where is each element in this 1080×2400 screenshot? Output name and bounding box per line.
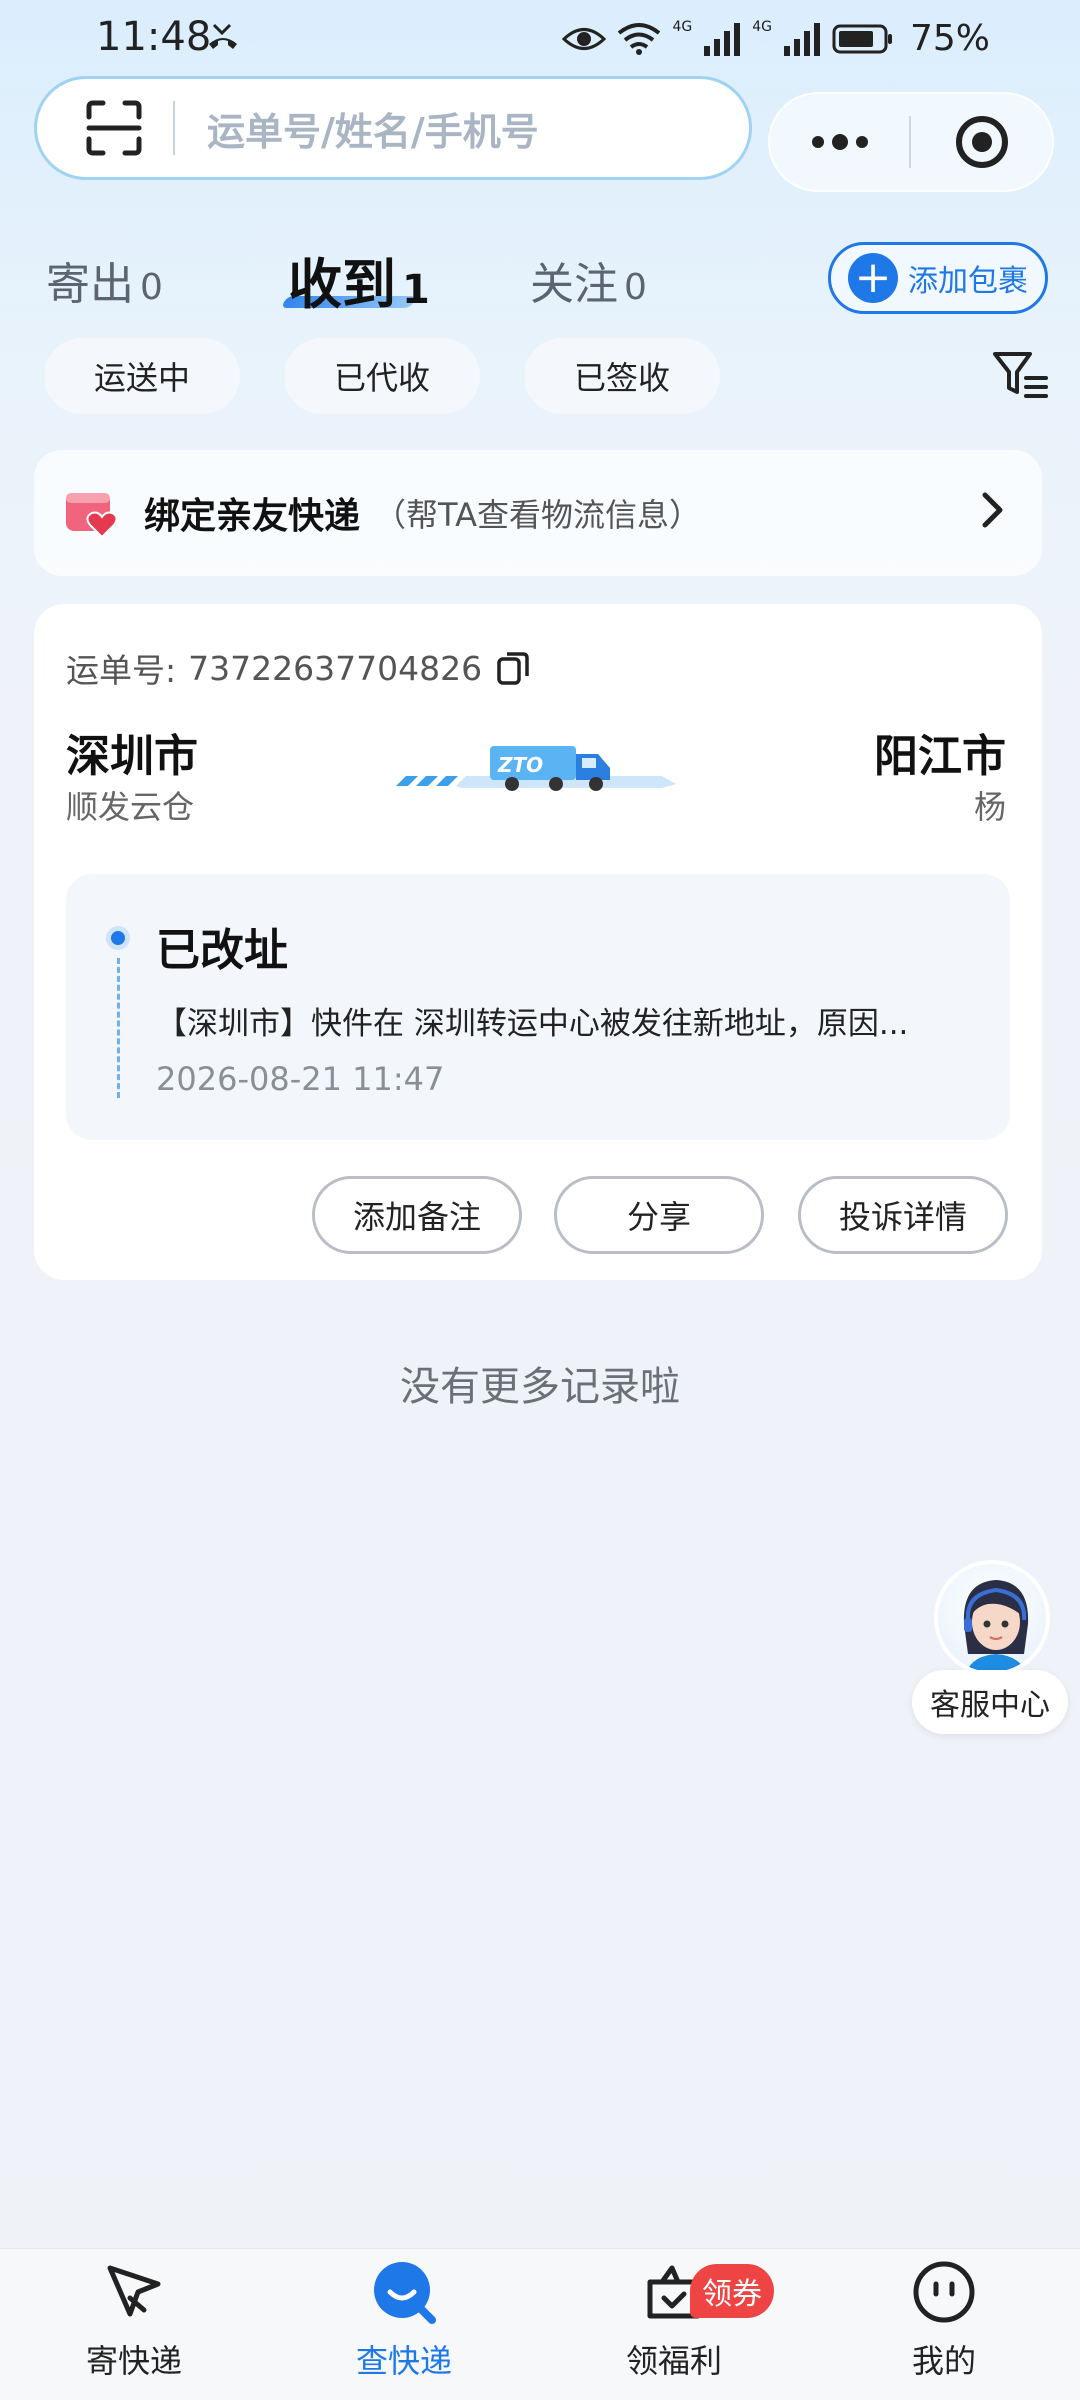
search-bar[interactable]: 运单号/姓名/手机号: [34, 76, 752, 180]
nav-track-label: 查快递: [355, 2342, 452, 2380]
battery-icon: [832, 24, 892, 53]
tab-sent-label: 寄出: [46, 259, 134, 310]
signal-icon-2: [783, 22, 820, 56]
origin-sender: 顺发云仓: [66, 788, 195, 826]
battery-percent: 75%: [909, 18, 990, 59]
destination-receiver: 杨: [973, 788, 1006, 826]
add-package-button[interactable]: + 添加包裹: [828, 242, 1048, 314]
chip-collected[interactable]: 已代收: [284, 338, 480, 414]
tab-sent-count: 0: [140, 267, 163, 308]
bind-banner-title: 绑定亲友快递: [144, 496, 361, 537]
tracking-dot: [106, 926, 130, 950]
status-time: 11:48: [96, 14, 212, 60]
target-icon: [955, 116, 1008, 168]
network-type-1: 4G: [672, 18, 693, 35]
nav-send-label: 寄快递: [85, 2342, 182, 2380]
origin-city: 深圳市: [66, 731, 198, 782]
search-input[interactable]: 运单号/姓名/手机号: [207, 101, 539, 156]
customer-service-avatar[interactable]: [934, 1560, 1050, 1676]
destination-city: 阳江市: [874, 731, 1006, 782]
mini-program-capsule: [768, 92, 1054, 192]
waybill-label: 运单号:: [66, 651, 177, 690]
wifi-icon: [618, 22, 661, 55]
agent-avatar-icon: [963, 1580, 1029, 1672]
waybill-number: 73722637704826: [188, 648, 483, 688]
tab-following-count: 0: [624, 267, 647, 308]
eye-icon: [562, 27, 607, 50]
nav-send[interactable]: 寄快递: [34, 2258, 234, 2398]
courier-logo: ZTO: [497, 753, 543, 777]
filter-icon[interactable]: [992, 350, 1048, 400]
coupon-badge: 领券: [690, 2264, 774, 2318]
signal-icon-1: [704, 22, 741, 56]
add-package-label: 添加包裹: [908, 264, 1028, 299]
network-type-2: 4G: [752, 18, 772, 35]
search-package-icon: [374, 2262, 436, 2324]
bind-friends-banner[interactable]: 绑定亲友快递 （帮TA查看物流信息）: [34, 450, 1042, 576]
tab-received-count: 1: [402, 267, 430, 313]
delivery-truck-icon: ZTO: [396, 746, 676, 791]
tab-received[interactable]: 收到 1: [288, 240, 430, 319]
heart-package-icon: [66, 493, 118, 539]
scan-icon[interactable]: [85, 99, 143, 157]
nav-track[interactable]: 查快递: [304, 2258, 504, 2398]
tracking-timeline: [117, 958, 120, 1098]
tab-sent[interactable]: 寄出 0: [46, 248, 163, 312]
no-more-records: 没有更多记录啦: [400, 1364, 680, 1410]
customer-service-button[interactable]: 客服中心: [912, 1670, 1068, 1734]
plus-icon: +: [848, 253, 898, 303]
nav-profile-label: 我的: [911, 2342, 976, 2380]
chip-signed[interactable]: 已签收: [524, 338, 720, 414]
close-mini-program-button[interactable]: [911, 94, 1052, 190]
tab-following-label: 关注: [530, 259, 618, 310]
tab-received-label: 收到: [288, 253, 396, 316]
chevron-right-icon: [982, 492, 1003, 528]
tracking-time: 2026-08-21 11:47: [156, 1060, 445, 1098]
tracking-status: 已改址: [156, 925, 288, 976]
profile-icon: [913, 2261, 975, 2323]
bind-banner-subtitle: （帮TA查看物流信息）: [374, 496, 701, 534]
share-button[interactable]: 分享: [554, 1176, 764, 1254]
tab-following[interactable]: 关注 0: [530, 248, 647, 312]
chip-in-transit[interactable]: 运送中: [44, 338, 240, 414]
nav-benefits-label: 领福利: [625, 2342, 722, 2380]
waybill-row: 运单号: 73722637704826: [66, 644, 530, 692]
complaint-detail-button[interactable]: 投诉详情: [798, 1176, 1008, 1254]
tracking-detail: 【深圳市】快件在 深圳转运中心被发往新地址，原因...: [156, 1006, 909, 1042]
missed-call-icon: [209, 23, 237, 49]
status-icons: 4G 4G 75%: [562, 18, 990, 59]
search-divider: [173, 101, 175, 155]
more-button[interactable]: [770, 94, 909, 190]
copy-icon[interactable]: [496, 650, 530, 686]
add-note-button[interactable]: 添加备注: [312, 1176, 522, 1254]
send-icon: [107, 2265, 161, 2317]
nav-profile[interactable]: 我的: [844, 2258, 1044, 2398]
more-dots-icon: [811, 134, 868, 150]
